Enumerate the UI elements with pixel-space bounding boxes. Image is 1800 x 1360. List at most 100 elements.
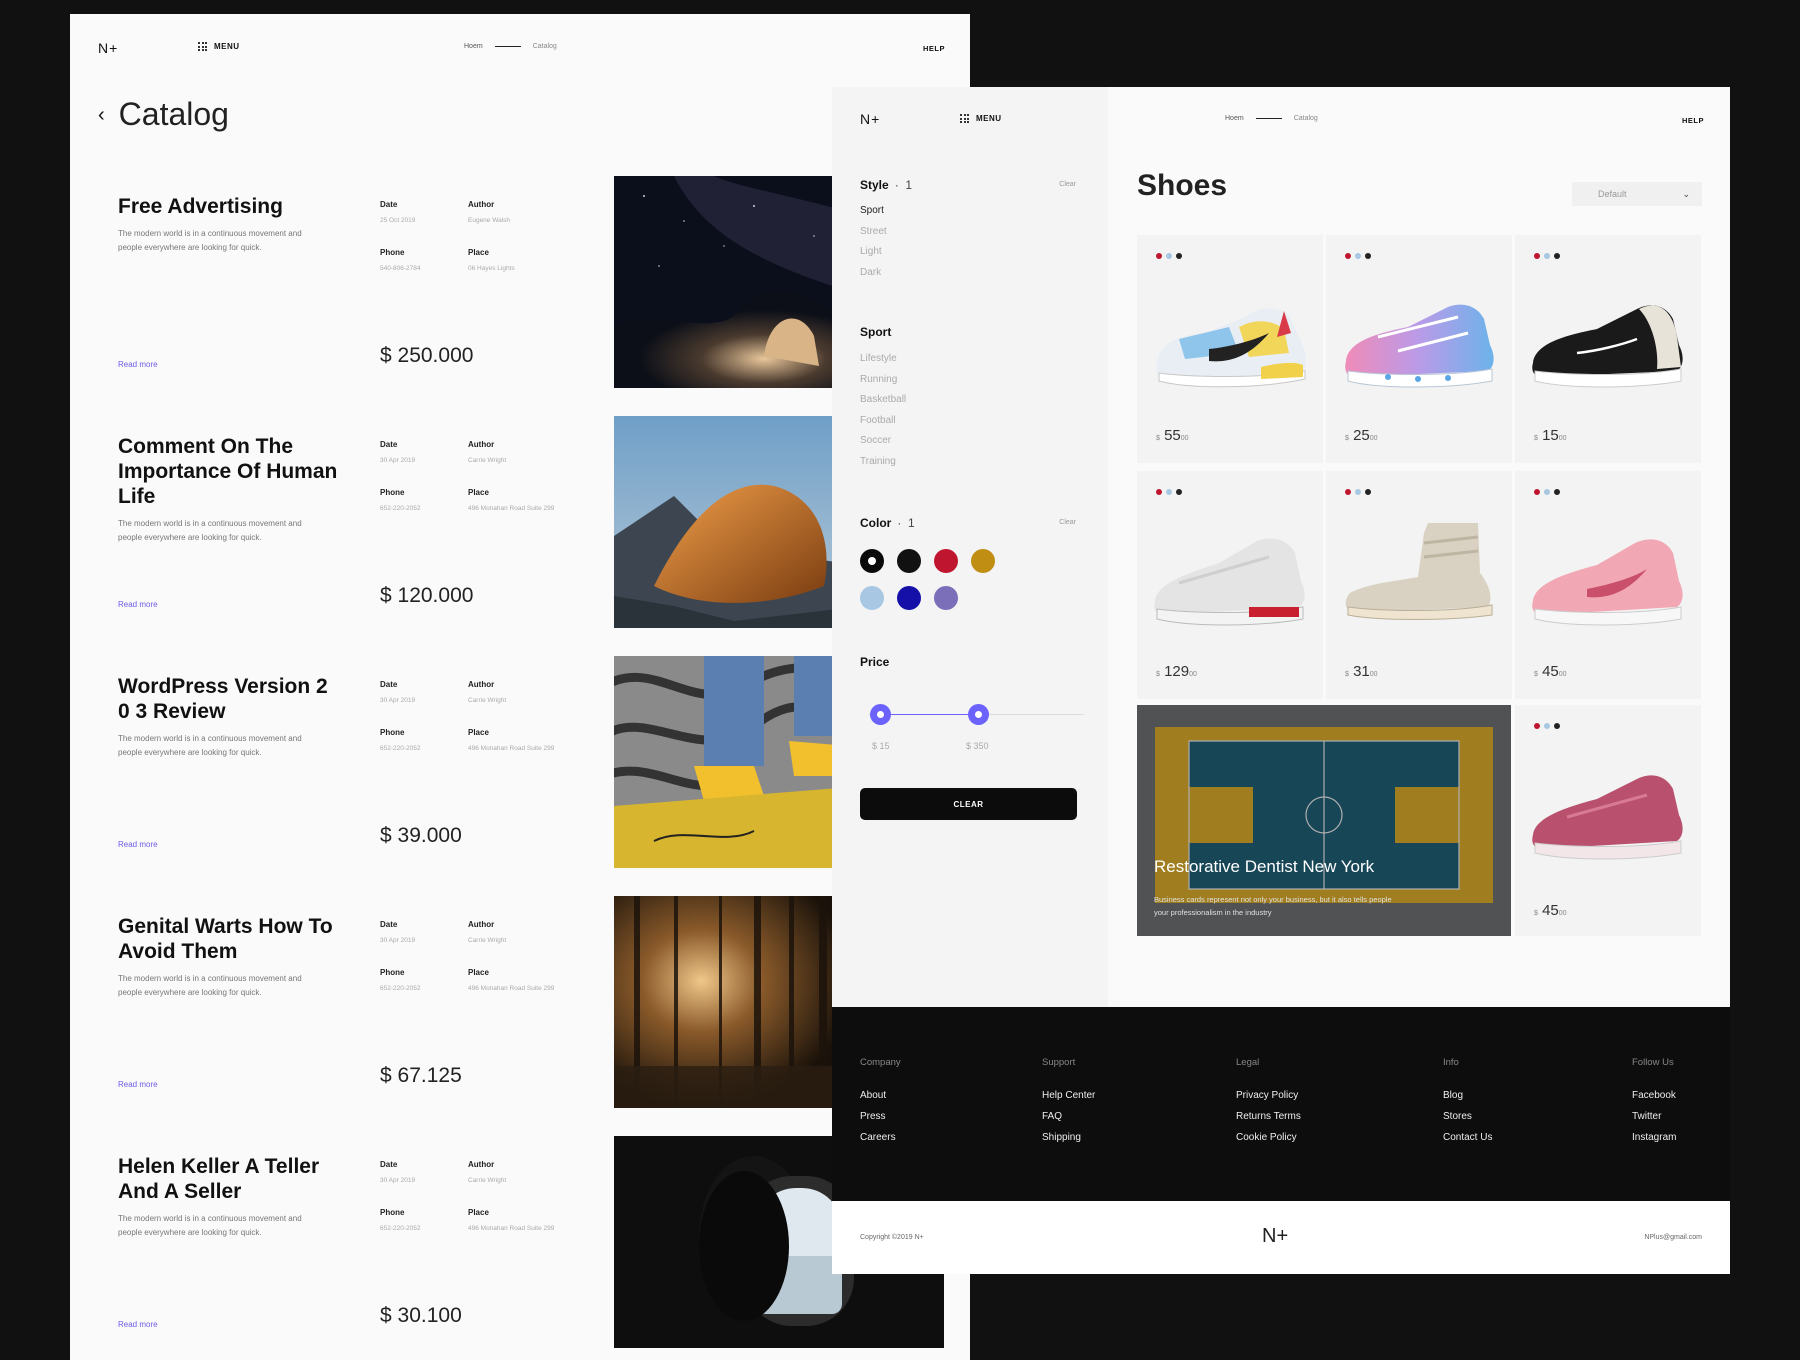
item-title[interactable]: Helen Keller A Teller And A Seller The m… [118,1154,338,1240]
read-more-link[interactable]: Read more [118,840,158,849]
color-swatch[interactable] [860,549,884,573]
menu-button[interactable]: MENU [960,114,1002,123]
color-dot[interactable] [1554,253,1560,259]
product-card[interactable]: $ 5500 [1137,235,1323,463]
color-dot[interactable] [1156,253,1162,259]
sport-option-lifestyle[interactable]: Lifestyle [860,349,906,370]
product-card[interactable]: $ 12900 [1137,471,1323,699]
color-dot[interactable] [1554,723,1560,729]
price-slider-min-handle[interactable] [870,704,891,725]
footer-link[interactable]: Returns Terms [1236,1111,1301,1122]
footer-column-follow: Follow Us Facebook Twitter Instagram [1632,1057,1676,1153]
color-dot[interactable] [1156,489,1162,495]
help-link[interactable]: HELP [1682,116,1704,125]
footer-link[interactable]: Contact Us [1443,1132,1492,1143]
color-dot[interactable] [1176,253,1182,259]
color-clear-link[interactable]: Clear [1059,519,1076,526]
color-dot[interactable] [1355,253,1361,259]
help-link[interactable]: HELP [923,44,945,53]
color-swatch[interactable] [897,586,921,610]
read-more-link[interactable]: Read more [118,1080,158,1089]
color-swatch[interactable] [860,586,884,610]
product-card[interactable]: $ 2500 [1326,235,1512,463]
footer-link[interactable]: Cookie Policy [1236,1132,1301,1143]
style-option-sport[interactable]: Sport [860,201,887,222]
breadcrumb-home[interactable]: Hoem [464,43,483,50]
promo-banner[interactable]: Restorative Dentist New York Business ca… [1137,705,1511,936]
product-card[interactable]: $ 4500 [1515,705,1701,936]
footer-link[interactable]: Careers [860,1132,901,1143]
footer-logo[interactable]: N+ [1262,1225,1288,1248]
style-clear-link[interactable]: Clear [1059,181,1076,188]
item-title[interactable]: Genital Warts How To Avoid Them The mode… [118,914,338,1000]
color-swatch[interactable] [934,549,958,573]
color-dot[interactable] [1544,723,1550,729]
footer-link[interactable]: Stores [1443,1111,1492,1122]
color-dot[interactable] [1345,253,1351,259]
color-dot[interactable] [1176,489,1182,495]
sport-option-training[interactable]: Training [860,452,906,473]
footer-link[interactable]: Privacy Policy [1236,1090,1301,1101]
footer-link[interactable]: Shipping [1042,1132,1095,1143]
color-dot[interactable] [1166,253,1172,259]
color-dot[interactable] [1554,489,1560,495]
footer-link[interactable]: About [860,1090,901,1101]
product-card[interactable]: $ 3100 [1326,471,1512,699]
read-more-link[interactable]: Read more [118,1320,158,1329]
product-card[interactable]: $ 1500 [1515,235,1701,463]
sort-value: Default [1598,189,1627,199]
item-image-mountain[interactable] [614,416,864,628]
chevron-left-icon[interactable]: ‹ [98,105,105,125]
item-title[interactable]: WordPress Version 2 0 3 Review The moder… [118,674,338,760]
color-dot[interactable] [1534,253,1540,259]
item-image-forest[interactable] [614,896,864,1108]
clear-filters-button[interactable]: CLEAR [860,788,1077,820]
color-swatch[interactable] [971,549,995,573]
footer-link[interactable]: Press [860,1111,901,1122]
sport-option-football[interactable]: Football [860,411,906,432]
color-swatch[interactable] [897,549,921,573]
style-option-dark[interactable]: Dark [860,263,887,284]
color-dots [1534,723,1560,729]
item-title[interactable]: Comment On The Importance Of Human Life … [118,434,338,545]
footer-link[interactable]: Instagram [1632,1132,1676,1143]
color-dot[interactable] [1365,253,1371,259]
logo[interactable]: N+ [860,111,880,127]
sport-option-basketball[interactable]: Basketball [860,390,906,411]
color-dot[interactable] [1544,489,1550,495]
contact-email[interactable]: NPlus@gmail.com [1644,1234,1702,1241]
shoes-page: N+ MENU Style · 1 Clear Sport Street Ligh… [832,87,1730,1274]
footer-link[interactable]: Help Center [1042,1090,1095,1101]
item-title[interactable]: Free Advertising The modern world is in … [118,194,338,255]
style-option-street[interactable]: Street [860,222,887,243]
footer-link[interactable]: Twitter [1632,1111,1676,1122]
item-image-sneakers-graffiti[interactable] [614,656,864,868]
sort-select[interactable]: Default ⌄ [1572,182,1702,206]
color-dot[interactable] [1544,253,1550,259]
footer-link[interactable]: Facebook [1632,1090,1676,1101]
color-dot[interactable] [1365,489,1371,495]
product-card[interactable]: $ 4500 [1515,471,1701,699]
footer-column-legal: Legal Privacy Policy Returns Terms Cooki… [1236,1057,1301,1153]
price-slider-max-handle[interactable] [968,704,989,725]
item-description: The modern world is in a continuous move… [118,734,302,757]
logo[interactable]: N+ [98,40,118,56]
sport-option-soccer[interactable]: Soccer [860,431,906,452]
color-swatch[interactable] [934,586,958,610]
style-option-light[interactable]: Light [860,242,887,263]
read-more-link[interactable]: Read more [118,600,158,609]
menu-button[interactable]: MENU [198,42,240,51]
product-price: $ 12900 [1156,663,1197,680]
item-price: $ 67.125 [380,1064,462,1087]
color-dot[interactable] [1534,723,1540,729]
color-dot[interactable] [1166,489,1172,495]
color-dot[interactable] [1345,489,1351,495]
item-image-night-sky[interactable] [614,176,864,388]
color-dot[interactable] [1355,489,1361,495]
color-dot[interactable] [1534,489,1540,495]
breadcrumb-home[interactable]: Hoem [1225,115,1244,122]
footer-link[interactable]: Blog [1443,1090,1492,1101]
read-more-link[interactable]: Read more [118,360,158,369]
sport-option-running[interactable]: Running [860,370,906,391]
footer-link[interactable]: FAQ [1042,1111,1095,1122]
